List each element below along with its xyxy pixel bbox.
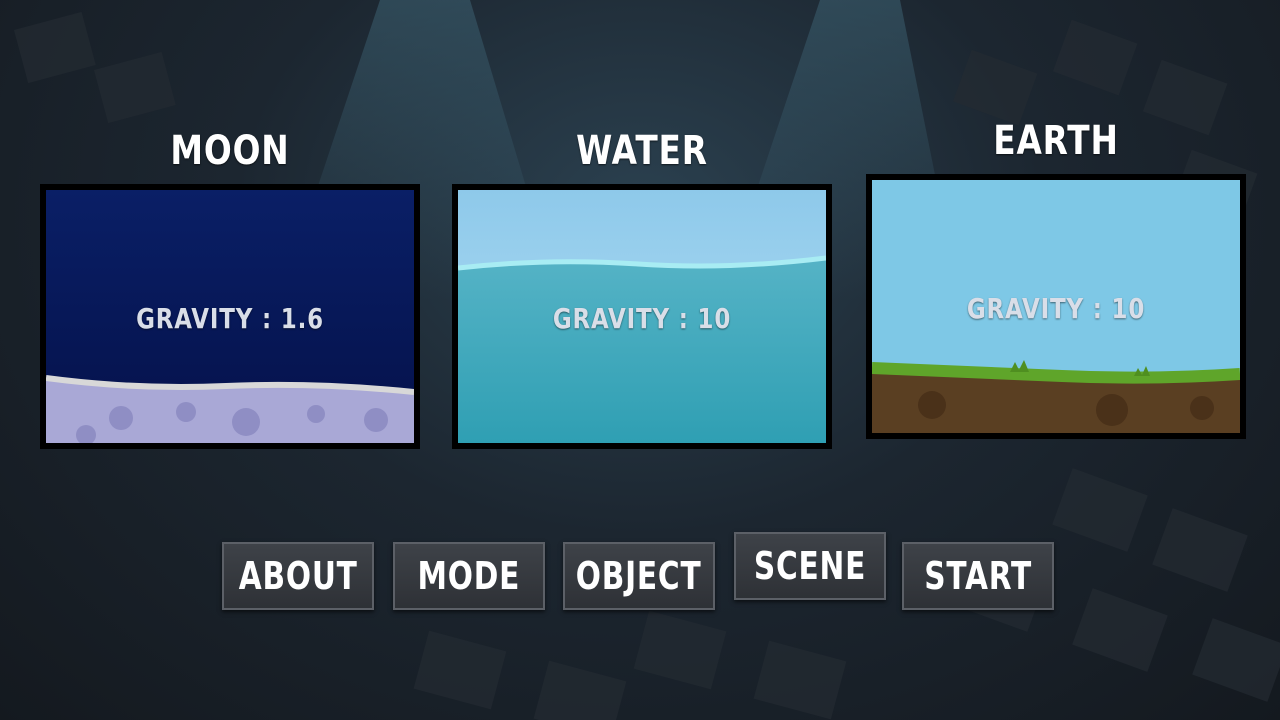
mode-button[interactable]: MODE (393, 542, 545, 610)
object-button[interactable]: OBJECT (563, 542, 715, 610)
about-button[interactable]: ABOUT (222, 542, 374, 610)
water-gravity-label: GRAVITY : 10 (552, 302, 732, 335)
mode-label: MODE (417, 554, 521, 598)
moon-title: MOON (170, 128, 290, 174)
earth-gravity-label: GRAVITY : 10 (966, 292, 1146, 325)
water-scene-card[interactable]: GRAVITY : 10 (452, 184, 832, 449)
earth-scene-card[interactable]: GRAVITY : 10 (866, 174, 1246, 439)
scene-button[interactable]: SCENE (734, 532, 886, 600)
start-label: START (924, 554, 1032, 598)
about-label: ABOUT (238, 554, 358, 598)
moon-gravity-label: GRAVITY : 1.6 (136, 302, 324, 335)
scene-label: SCENE (753, 544, 867, 588)
water-title: WATER (576, 128, 708, 174)
object-label: OBJECT (576, 554, 702, 598)
start-button[interactable]: START (902, 542, 1054, 610)
moon-scene-card[interactable]: GRAVITY : 1.6 (40, 184, 420, 449)
earth-title: EARTH (993, 118, 1119, 164)
